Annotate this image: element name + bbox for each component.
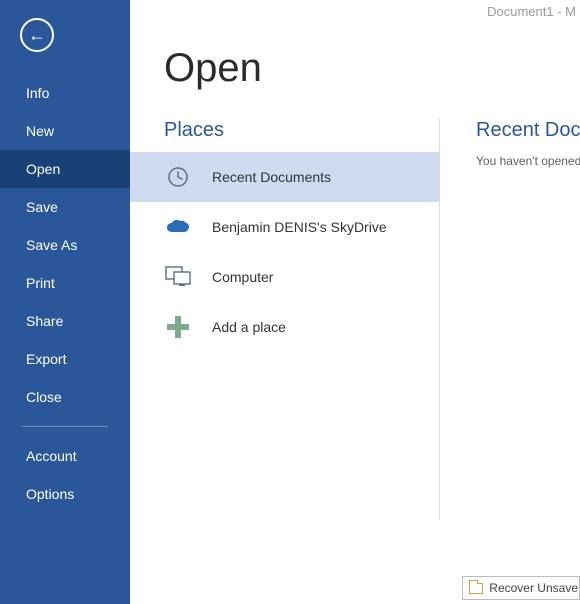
skydrive-icon (164, 213, 192, 241)
nav-save[interactable]: Save (0, 188, 130, 226)
nav-label: Info (26, 85, 49, 101)
nav-info[interactable]: Info (0, 74, 130, 112)
nav-label: Account (26, 448, 77, 464)
place-recent-documents[interactable]: Recent Documents (130, 152, 439, 202)
nav-label: Share (26, 313, 63, 329)
recover-label: Recover Unsave (489, 581, 578, 595)
nav-close[interactable]: Close (0, 378, 130, 416)
place-computer[interactable]: Computer (130, 252, 439, 302)
nav-label: New (26, 123, 54, 139)
place-label: Benjamin DENIS's SkyDrive (212, 219, 387, 235)
nav-label: Save As (26, 237, 77, 253)
nav-label: Export (26, 351, 66, 367)
place-skydrive[interactable]: Benjamin DENIS's SkyDrive (130, 202, 439, 252)
recent-icon (164, 163, 192, 191)
nav-save-as[interactable]: Save As (0, 226, 130, 264)
nav-label: Save (26, 199, 58, 215)
recent-body-text: You haven't opened (476, 154, 580, 168)
places-column: Places Recent Documents Benjamin DENIS's… (130, 119, 440, 519)
place-add-a-place[interactable]: Add a place (130, 302, 439, 352)
nav-label: Open (26, 161, 60, 177)
recent-documents-column: Recent Doc You haven't opened (440, 91, 580, 168)
recover-unsaved-button[interactable]: Recover Unsave (462, 576, 580, 600)
place-label: Add a place (212, 319, 286, 335)
places-header: Places (130, 119, 439, 152)
places-header-text: Places (164, 119, 224, 141)
window-title: Document1 - M (487, 4, 576, 19)
nav-share[interactable]: Share (0, 302, 130, 340)
nav-new[interactable]: New (0, 112, 130, 150)
nav-export[interactable]: Export (0, 340, 130, 378)
nav-separator (22, 426, 108, 427)
page-title-text: Open (164, 46, 262, 90)
nav-account[interactable]: Account (0, 437, 130, 475)
recent-header: Recent Doc (476, 119, 580, 142)
recent-header-text: Recent Doc (476, 119, 580, 141)
recent-body: You haven't opened (476, 154, 580, 168)
main-area: Document1 - M Open Places Recent Documen… (130, 0, 580, 604)
nav-print[interactable]: Print (0, 264, 130, 302)
folder-icon (469, 583, 483, 594)
add-icon (164, 313, 192, 341)
backstage-sidebar: ← Info New Open Save Save As Print Share… (0, 0, 130, 604)
window-title-text: Document1 - M (487, 4, 576, 19)
nav-label: Options (26, 486, 74, 502)
place-label: Recent Documents (212, 169, 331, 185)
nav-options[interactable]: Options (0, 475, 130, 513)
computer-icon (164, 263, 192, 291)
place-label: Computer (212, 269, 273, 285)
nav-open[interactable]: Open (0, 150, 130, 188)
nav-list: Info New Open Save Save As Print Share E… (0, 74, 130, 513)
back-button[interactable]: ← (20, 18, 54, 52)
nav-label: Close (26, 389, 62, 405)
back-arrow-icon: ← (28, 26, 46, 44)
nav-label: Print (26, 275, 55, 291)
